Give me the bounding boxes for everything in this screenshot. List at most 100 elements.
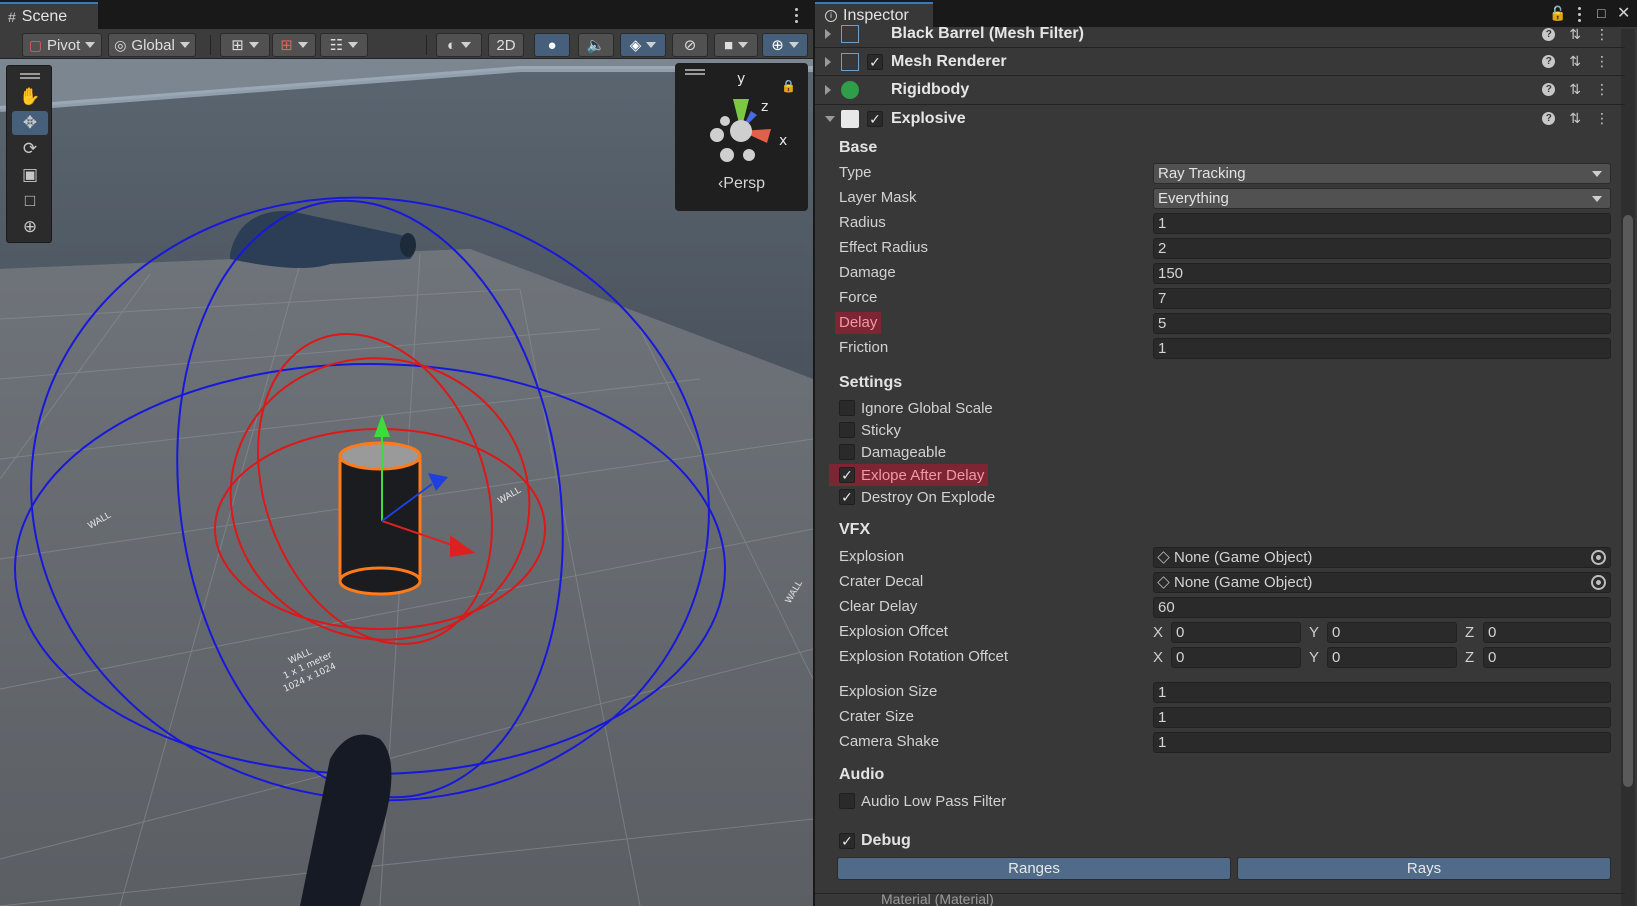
checkbox[interactable] (839, 444, 855, 460)
preset-icon[interactable]: ⇅ (1569, 53, 1581, 70)
checkbox[interactable] (839, 793, 855, 809)
crater-size-field[interactable]: 1 (1153, 707, 1611, 728)
sticky-toggle[interactable]: Sticky (839, 419, 901, 441)
section-header-vfx: VFX (839, 521, 871, 538)
audio-low-pass-toggle[interactable]: Audio Low Pass Filter (839, 790, 1006, 812)
layer-mask-dropdown[interactable]: Everything (1153, 188, 1611, 209)
damageable-toggle[interactable]: Damageable (839, 441, 946, 463)
help-icon[interactable]: ? (1542, 55, 1556, 68)
rays-button[interactable]: Rays (1237, 857, 1611, 880)
effect-radius-field[interactable]: 2 (1153, 238, 1611, 259)
chevron-down-icon (297, 42, 308, 48)
object-picker-icon[interactable] (1591, 550, 1606, 565)
hand-tool-icon[interactable]: ✋ (12, 85, 48, 109)
mesh-renderer-icon (841, 52, 859, 71)
effects-icon: ◈ (629, 37, 642, 54)
gizmos-dropdown[interactable]: ⊕ (762, 33, 808, 57)
lighting-toggle[interactable]: ● (534, 33, 570, 57)
preset-icon[interactable]: ⇅ (1569, 81, 1581, 98)
grip-handle[interactable] (20, 73, 40, 75)
explosion-size-field[interactable]: 1 (1153, 682, 1611, 703)
next-component-header[interactable]: Material (Material) (815, 893, 1625, 906)
component-header-mesh-renderer[interactable]: ✓ Mesh Renderer ? ⇅ ⋮ (815, 47, 1625, 75)
component-enabled-checkbox[interactable]: ✓ (867, 53, 883, 70)
camera-shake-field[interactable]: 1 (1153, 732, 1611, 753)
move-tool-icon[interactable]: ✥ (12, 111, 48, 135)
context-menu-icon[interactable]: ⋮ (1595, 26, 1609, 43)
explode-after-delay-toggle[interactable]: ✓ Exlope After Delay (829, 464, 989, 486)
ruler-dropdown[interactable]: ☷ (320, 33, 368, 57)
crater-decal-object-field[interactable]: None (Game Object) (1153, 572, 1611, 593)
context-menu-icon[interactable]: ⋮ (1595, 53, 1609, 70)
delay-field[interactable]: 5 (1153, 313, 1611, 334)
checkbox[interactable]: ✓ (839, 467, 855, 483)
layer-mask-label: Layer Mask (839, 189, 917, 206)
clear-delay-label: Clear Delay (839, 598, 918, 615)
context-menu-icon[interactable]: ⋮ (1595, 81, 1609, 98)
foldout-arrow-icon[interactable] (825, 115, 835, 122)
offset-y-field[interactable]: 0 (1327, 622, 1457, 643)
ignore-global-scale-toggle[interactable]: Ignore Global Scale (839, 397, 993, 419)
damage-field[interactable]: 150 (1153, 263, 1611, 284)
orientation-gizmo[interactable]: 🔒 y z x ‹Persp (675, 63, 808, 211)
radius-field[interactable]: 1 (1153, 213, 1611, 234)
increment-snap-dropdown[interactable]: ⊞ (272, 33, 316, 57)
scale-tool-icon[interactable]: ▣ (12, 163, 48, 187)
offset-x-field[interactable]: 0 (1171, 622, 1301, 643)
context-menu-icon[interactable]: ⋮ (1595, 110, 1609, 127)
clear-delay-field[interactable]: 60 (1153, 597, 1611, 618)
component-header-rigidbody[interactable]: Rigidbody ? ⇅ ⋮ (815, 75, 1625, 103)
transform-tool-icon[interactable]: ⊕ (12, 215, 48, 239)
rot-offset-y-field[interactable]: 0 (1327, 647, 1457, 668)
object-picker-icon[interactable] (1591, 575, 1606, 590)
type-dropdown[interactable]: Ray Tracking (1153, 163, 1611, 184)
camera-dropdown[interactable]: ■ (714, 33, 758, 57)
checkbox[interactable]: ✓ (839, 833, 855, 849)
maximize-icon[interactable]: □ (1597, 5, 1605, 21)
help-icon[interactable]: ? (1542, 83, 1556, 96)
foldout-arrow-icon[interactable] (825, 84, 831, 95)
foldout-arrow-icon[interactable] (825, 29, 831, 39)
y-axis-label: Y (1309, 624, 1320, 641)
checkbox[interactable]: ✓ (839, 489, 855, 505)
component-header-explosive[interactable]: ✓ Explosive ? ⇅ ⋮ (815, 104, 1625, 132)
shading-icon: ◐ (446, 36, 457, 54)
checkbox[interactable] (839, 422, 855, 438)
explosion-object-field[interactable]: None (Game Object) (1153, 547, 1611, 568)
rot-offset-x-field[interactable]: 0 (1171, 647, 1301, 668)
foldout-arrow-icon[interactable] (825, 56, 831, 67)
chevron-down-icon (1592, 196, 1602, 202)
rotate-tool-icon[interactable]: ⟳ (12, 137, 48, 161)
scene-tab-label: Scene (21, 7, 68, 25)
checkbox[interactable] (839, 400, 855, 416)
help-icon[interactable]: ? (1542, 112, 1556, 125)
component-enabled-checkbox[interactable]: ✓ (867, 110, 883, 127)
friction-field[interactable]: 1 (1153, 338, 1611, 359)
scrollbar-thumb[interactable] (1623, 215, 1633, 787)
component-actions: ? ⇅ ⋮ (1542, 26, 1609, 43)
component-header-mesh-filter[interactable]: Black Barrel (Mesh Filter) ? ⇅ ⋮ (815, 20, 1625, 48)
rect-tool-icon[interactable]: □ (12, 189, 48, 213)
effects-dropdown[interactable]: ◈ (620, 33, 666, 57)
scene-menu-icon[interactable] (788, 6, 804, 24)
scene-tab[interactable]: # Scene (0, 2, 98, 29)
projection-toggle[interactable]: ‹Persp (675, 175, 808, 193)
pivot-dropdown[interactable]: ▢ Pivot (22, 33, 102, 57)
destroy-on-explode-toggle[interactable]: ✓ Destroy On Explode (839, 486, 995, 508)
audio-toggle[interactable]: 🔈 (578, 33, 614, 57)
preset-icon[interactable]: ⇅ (1569, 26, 1581, 43)
grid-snap-dropdown[interactable]: ⊞ (220, 33, 270, 57)
ranges-button[interactable]: Ranges (837, 857, 1231, 880)
scene-visibility-toggle[interactable]: ⊘ (672, 33, 708, 57)
help-icon[interactable]: ? (1542, 27, 1556, 41)
preset-icon[interactable]: ⇅ (1569, 110, 1581, 127)
explosion-offset-label: Explosion Offcet (839, 623, 948, 640)
z-axis-label: Z (1465, 624, 1475, 641)
debug-toggle[interactable]: ✓ Debug (839, 830, 911, 852)
draw-mode-dropdown[interactable]: ◐ (436, 33, 482, 57)
force-field[interactable]: 7 (1153, 288, 1611, 309)
global-dropdown[interactable]: ◎ Global (108, 33, 196, 57)
rot-offset-z-field[interactable]: 0 (1483, 647, 1611, 668)
offset-z-field[interactable]: 0 (1483, 622, 1611, 643)
toggle-2d-button[interactable]: 2D (488, 33, 524, 57)
